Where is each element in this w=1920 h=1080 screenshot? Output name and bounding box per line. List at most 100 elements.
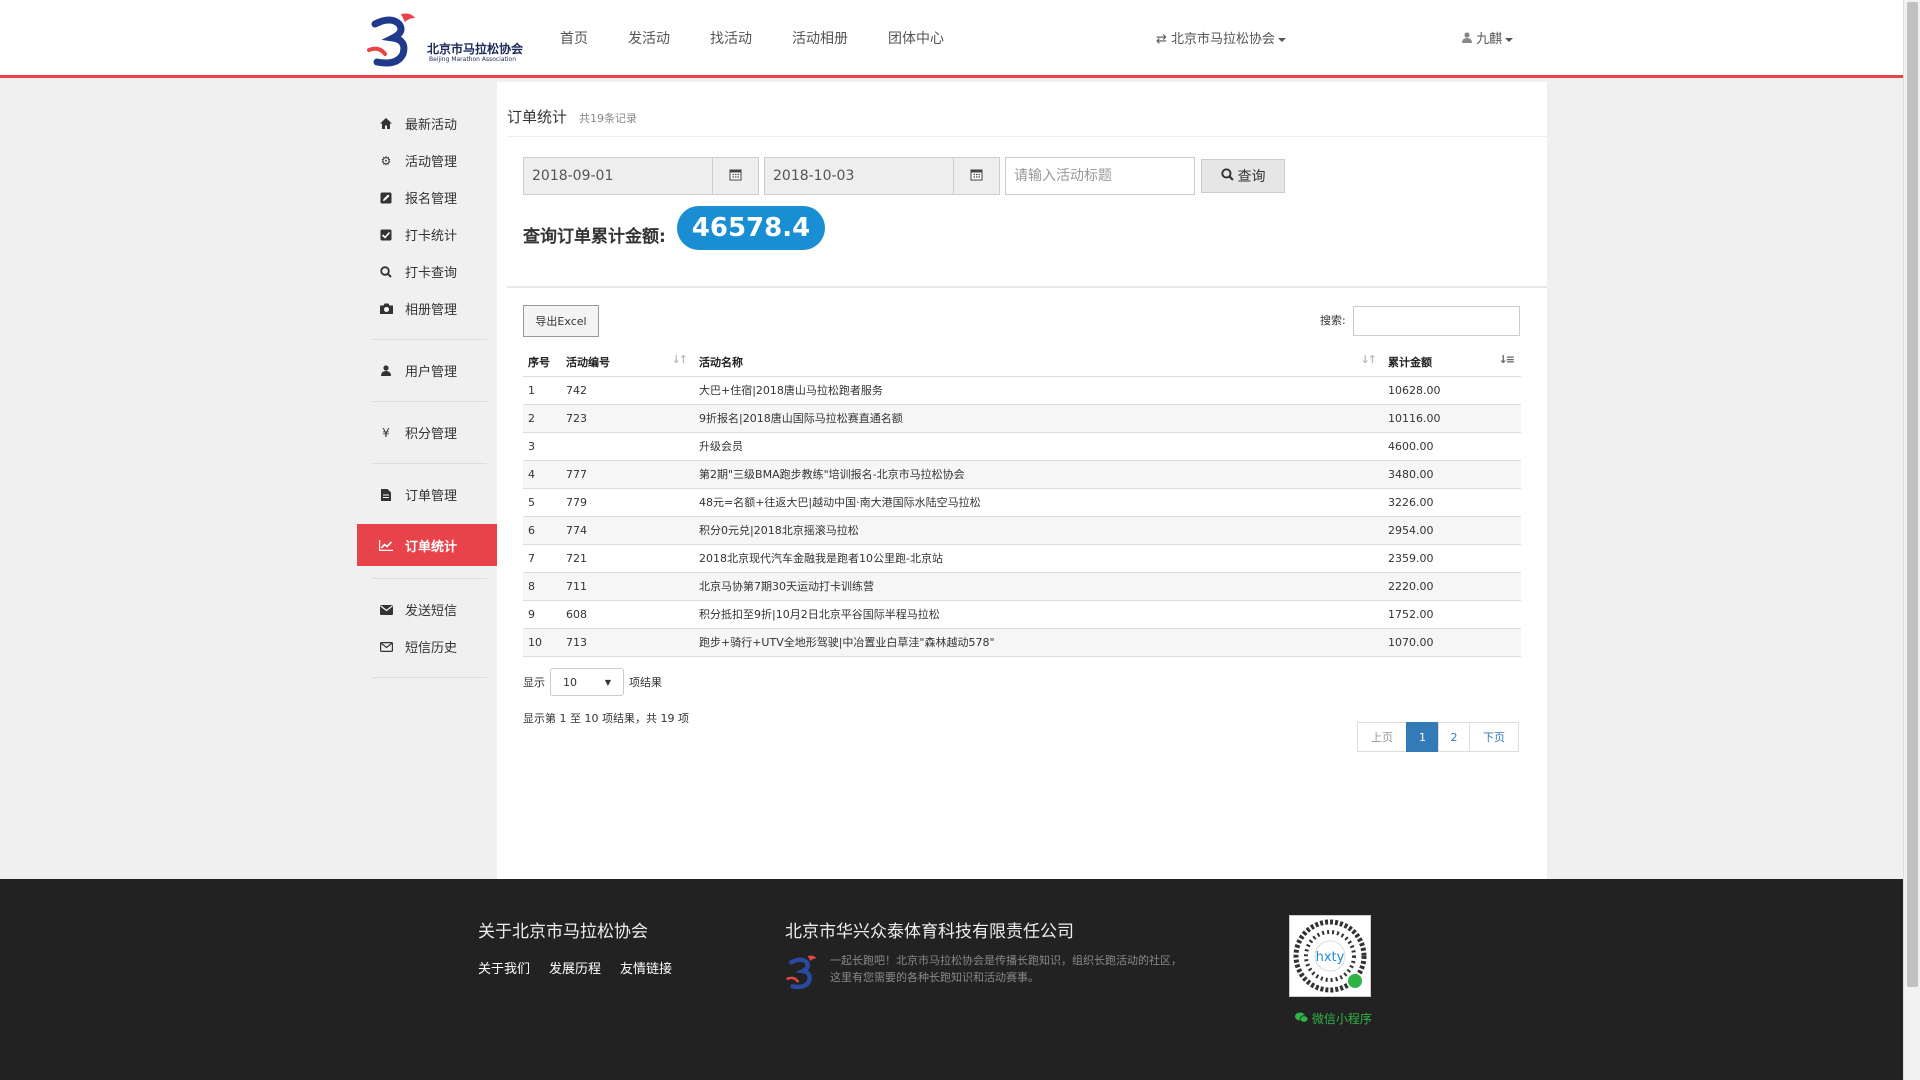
search-icon (1220, 167, 1234, 185)
sidebar-item-checkin-stats[interactable]: 打卡统计 (357, 216, 497, 253)
search-icon (379, 265, 393, 278)
sidebar-item-user-manage[interactable]: 用户管理 (357, 352, 497, 389)
sidebar-item-label: 活动管理 (405, 155, 458, 170)
divider (507, 136, 1547, 137)
end-date-picker-button[interactable] (954, 157, 1000, 195)
table-row: 10 713 跑步+骑行+UTV全地形驾驶|中冶置业白草洼"森林越动578" 1070… (523, 628, 1521, 657)
envelope-icon (379, 604, 393, 615)
footer-description: 一起长跑吧！北京市马拉松协会是传播长跑知识，组织长跑活动的社区，这里有您需要的各… (830, 954, 1182, 984)
footer-link-friends[interactable]: 友情链接 (620, 958, 672, 977)
footer-logo (785, 953, 823, 997)
org-name: 北京市马拉松协会 (1171, 32, 1276, 47)
exchange-icon: ⇄ (1156, 32, 1167, 47)
scrollbar-thumb[interactable] (1907, 2, 1918, 987)
sidebar-item-label: 最新活动 (405, 118, 458, 133)
record-count: 共19条记录 (579, 112, 638, 125)
query-button[interactable]: 查询 (1201, 159, 1285, 193)
divider (372, 401, 487, 402)
sidebar-item-album-manage[interactable]: 相册管理 (357, 290, 497, 327)
nav-publish-activity[interactable]: 发活动 (628, 28, 670, 48)
divider (372, 578, 487, 579)
sidebar-item-checkin-query[interactable]: 打卡查询 (357, 253, 497, 290)
line-chart-icon (379, 539, 393, 551)
calendar-icon (729, 168, 742, 185)
col-header-amount[interactable]: 累计金额 ↓≡ (1383, 348, 1521, 377)
main-panel: 订单统计共19条记录 2018-09-01 2018-10-03 查询 查询订单… (497, 82, 1547, 879)
top-navbar: 北京市马拉松协会 Beijing Marathon Association 首页… (0, 0, 1903, 78)
table-search-input[interactable] (1353, 306, 1520, 336)
nav-home[interactable]: 首页 (560, 28, 588, 48)
footer-about-title: 关于北京市马拉松协会 (478, 922, 648, 942)
check-square-icon (379, 229, 393, 241)
org-switch-dropdown[interactable]: ⇄ 北京市马拉松协会 (1156, 28, 1287, 47)
footer-link-history[interactable]: 发展历程 (549, 958, 601, 977)
col-header-name[interactable]: 活动名称 ↓↑ (694, 348, 1383, 377)
table-info: 显示第 1 至 10 项结果，共 19 项 (523, 712, 689, 725)
site-logo[interactable]: 北京市马拉松协会 Beijing Marathon Association (365, 10, 533, 72)
caret-down-icon (1278, 37, 1287, 42)
table-header-row: 序号 活动编号 ↓↑ 活动名称 ↓↑ 累计金额 ↓≡ (523, 348, 1521, 377)
table-row: 1 742 大巴+住宿|2018唐山马拉松跑者服务 10628.00 (523, 376, 1521, 405)
table-row: 8 711 北京马协第7期30天运动打卡训练营 2220.00 (523, 572, 1521, 601)
nav-group-center[interactable]: 团体中心 (888, 28, 944, 48)
logo-text: 北京市马拉松协会 (427, 42, 524, 56)
main-nav: 首页 发活动 找活动 活动相册 团体中心 (540, 28, 964, 48)
query-button-label: 查询 (1237, 169, 1266, 185)
sidebar-item-label: 积分管理 (405, 427, 458, 442)
table-row: 2 723 9折报名|2018唐山国际马拉松赛直通名额 10116.00 (523, 404, 1521, 433)
sidebar-item-signup-manage[interactable]: 报名管理 (357, 179, 497, 216)
sidebar-item-latest-activity[interactable]: 最新活动 (357, 105, 497, 142)
sidebar-item-sms-history[interactable]: 短信历史 (357, 628, 497, 665)
sidebar-item-label: 相册管理 (405, 303, 458, 318)
total-amount-badge: 46578.4 (677, 206, 825, 250)
caret-down-icon (1505, 37, 1514, 42)
col-header-no[interactable]: 序号 (523, 348, 561, 377)
page-title: 订单统计 共19条记录 (507, 106, 637, 127)
page-length-select[interactable]: 10 ▼ (550, 668, 624, 696)
user-dropdown[interactable]: 九麒 (1462, 28, 1514, 47)
sidebar-item-points-manage[interactable]: ¥ 积分管理 (357, 414, 497, 451)
page-scrollbar[interactable] (1903, 0, 1920, 1080)
sidebar-item-order-stats[interactable]: 订单统计 (357, 524, 505, 566)
footer-link-about[interactable]: 关于我们 (478, 958, 530, 977)
end-date-input[interactable]: 2018-10-03 (764, 157, 954, 195)
activity-title-input[interactable] (1005, 157, 1195, 195)
pager-next-button[interactable]: 下页 (1469, 722, 1519, 752)
sidebar-item-label: 订单统计 (405, 539, 458, 555)
sidebar-item-activity-manage[interactable]: ⚙ 活动管理 (357, 142, 497, 179)
camera-icon (379, 303, 393, 314)
pager-prev-button[interactable]: 上页 (1357, 722, 1407, 752)
sidebar-item-label: 订单管理 (405, 489, 458, 504)
pager-page-1[interactable]: 1 (1406, 722, 1439, 752)
divider (372, 339, 487, 340)
nav-find-activity[interactable]: 找活动 (710, 28, 752, 48)
pagination: 上页 1 2 下页 (1357, 722, 1519, 752)
sidebar-item-label: 用户管理 (405, 365, 458, 380)
footer-links: 关于我们 发展历程 友情链接 (478, 958, 691, 977)
sort-icon: ↓↑ (671, 353, 689, 366)
start-date-input[interactable]: 2018-09-01 (523, 157, 713, 195)
table-row: 7 721 2018北京现代汽车金融我是跑者10公里跑-北京站 2359.00 (523, 544, 1521, 573)
envelope-outline-icon (379, 641, 393, 652)
user-name: 九麒 (1476, 32, 1503, 47)
wechat-miniprogram-qr: hxty (1289, 915, 1371, 997)
sidebar-item-send-sms[interactable]: 发送短信 (357, 591, 497, 628)
home-icon (379, 118, 393, 129)
table-row: 6 774 积分0元兑|2018北京摇滚马拉松 2954.00 (523, 516, 1521, 545)
table-row: 3 升级会员 4600.00 (523, 432, 1521, 461)
sidebar-item-order-manage[interactable]: 订单管理 (357, 476, 497, 513)
search-label: 搜索: (1320, 314, 1346, 327)
start-date-picker-button[interactable] (713, 157, 759, 195)
export-excel-button[interactable]: 导出Excel (523, 305, 599, 337)
col-header-code[interactable]: 活动编号 ↓↑ (561, 348, 694, 377)
pager-page-2[interactable]: 2 (1438, 722, 1470, 752)
wechat-icon (1295, 1012, 1309, 1026)
sort-desc-icon: ↓≡ (1498, 353, 1516, 366)
yen-icon: ¥ (382, 425, 390, 440)
nav-activity-album[interactable]: 活动相册 (792, 28, 848, 48)
wechat-miniprogram-label[interactable]: 微信小程序 (1295, 1010, 1372, 1027)
file-icon (379, 488, 393, 501)
order-stats-table: 序号 活动编号 ↓↑ 活动名称 ↓↑ 累计金额 ↓≡ 1 742 大巴+住宿|2018唐山… (523, 348, 1521, 657)
sidebar-item-label: 发送短信 (405, 604, 458, 619)
page-length-control: 显示 10 ▼ 项结果 (523, 668, 662, 696)
